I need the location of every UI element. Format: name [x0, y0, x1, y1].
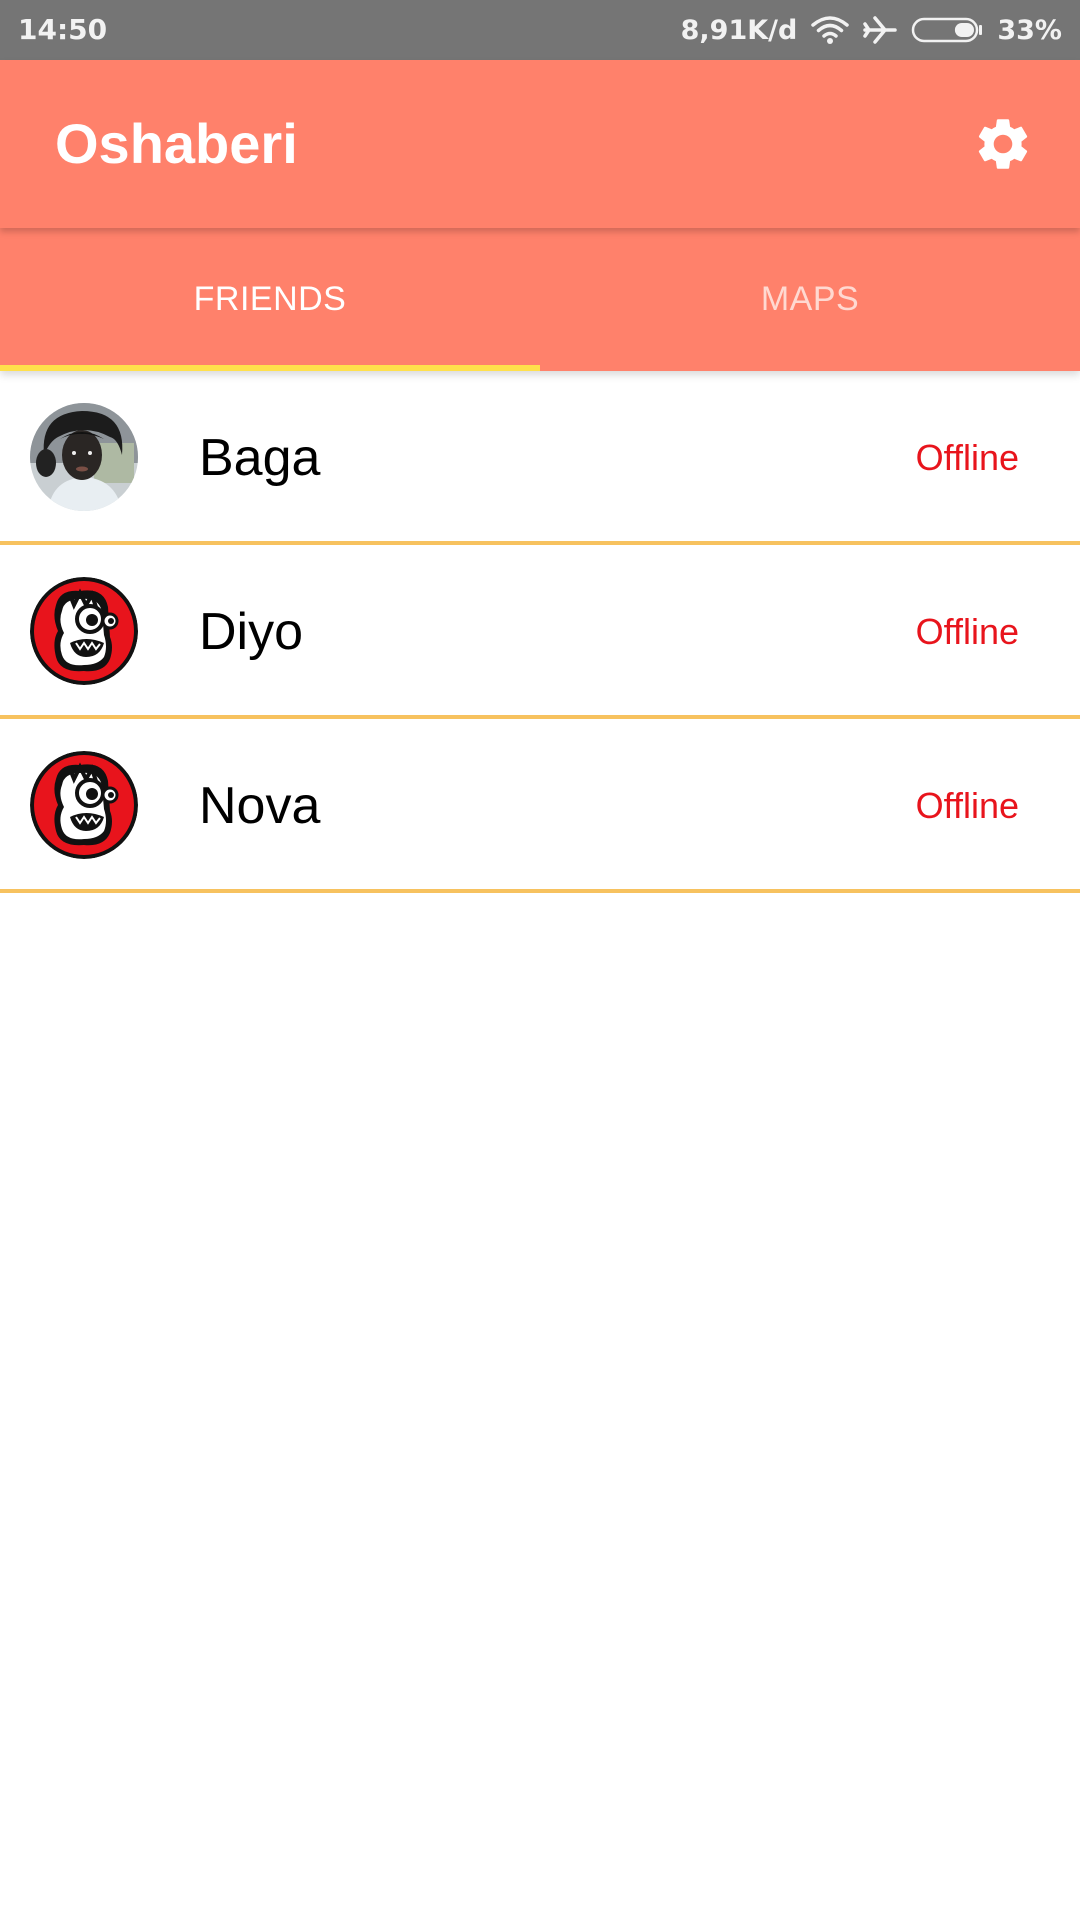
- cartoon-monster-avatar: [30, 577, 138, 685]
- status-label: Offline: [915, 611, 1019, 652]
- friend-name: Baga: [199, 429, 321, 487]
- tab-friends-label: FRIENDS: [193, 280, 347, 318]
- battery-icon: [911, 15, 983, 45]
- friend-list: Baga Offline Diyo Offline Nova Offline: [0, 371, 1080, 893]
- friend-row-nova[interactable]: Nova Offline: [0, 719, 1080, 893]
- status-indicators: 8,91K/d 33%: [681, 0, 1062, 60]
- tab-friends[interactable]: FRIENDS: [0, 228, 540, 371]
- app-bar: Oshaberi: [0, 60, 1080, 228]
- battery-fill: [955, 23, 975, 37]
- tab-bar: FRIENDS MAPS: [0, 228, 1080, 371]
- network-speed: 8,91K/d: [680, 14, 798, 46]
- wifi-icon: [811, 15, 850, 45]
- status-time: 14:50: [18, 13, 108, 46]
- status-label: Offline: [915, 785, 1019, 826]
- status-label: Offline: [915, 437, 1019, 478]
- tab-maps-label: MAPS: [760, 280, 860, 318]
- settings-button[interactable]: [972, 113, 1034, 175]
- battery-percent: 33%: [997, 14, 1062, 46]
- friend-name: Nova: [199, 777, 321, 835]
- app-title: Oshaberi: [55, 112, 298, 175]
- friend-name: Diyo: [199, 603, 304, 661]
- friend-row-diyo[interactable]: Diyo Offline: [0, 545, 1080, 719]
- gear-icon: [978, 119, 1028, 169]
- tab-maps[interactable]: MAPS: [540, 228, 1080, 371]
- airplane-mode-icon: [863, 15, 898, 45]
- friend-row-baga[interactable]: Baga Offline: [0, 371, 1080, 545]
- photo-avatar: [30, 403, 138, 511]
- cartoon-monster-avatar: [30, 751, 138, 859]
- status-bar: 14:50 8,91K/d 33%: [0, 0, 1080, 60]
- tab-active-indicator: [0, 365, 540, 371]
